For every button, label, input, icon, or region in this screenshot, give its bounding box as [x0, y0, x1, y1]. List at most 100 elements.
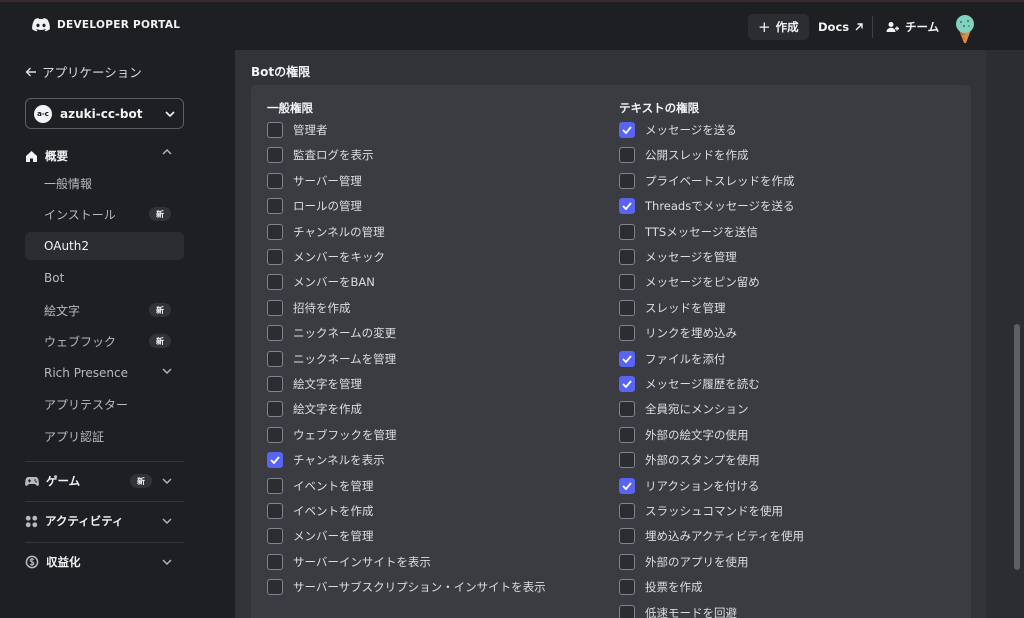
permission-checkbox[interactable]: メッセージを管理 [619, 248, 737, 266]
permission-checkbox[interactable]: 公開スレッドを作成 [619, 146, 749, 164]
checkbox-unchecked[interactable] [267, 528, 283, 545]
checkbox-unchecked[interactable] [619, 274, 635, 291]
checkbox-unchecked[interactable] [267, 553, 283, 570]
create-button[interactable]: + 作成 [748, 14, 809, 40]
permission-checkbox[interactable]: メンバーをBAN [267, 273, 375, 291]
checkbox-unchecked[interactable] [267, 147, 283, 164]
checkbox-unchecked[interactable] [267, 325, 283, 342]
permission-checkbox[interactable]: メンバーをキック [267, 248, 385, 266]
permission-checkbox[interactable]: 全員宛にメンション [619, 400, 749, 418]
permission-checkbox[interactable]: 招待を作成 [267, 299, 351, 317]
sidebar-item[interactable]: アプリ認証 [25, 422, 184, 450]
logo[interactable]: DEVELOPER PORTAL [32, 18, 180, 32]
checkbox-unchecked[interactable] [619, 299, 635, 316]
permission-checkbox[interactable]: リンクを埋め込み [619, 324, 737, 342]
permission-checkbox[interactable]: 監査ログを表示 [267, 146, 374, 164]
checkbox-unchecked[interactable] [267, 172, 283, 189]
permission-checkbox[interactable]: チャンネルを表示 [267, 451, 385, 469]
permission-checkbox[interactable]: イベントを作成 [267, 502, 374, 520]
checkbox-unchecked[interactable] [619, 325, 635, 342]
sidebar-item[interactable]: アプリテスター [25, 390, 184, 418]
checkbox-checked[interactable] [619, 122, 635, 138]
checkbox-unchecked[interactable] [619, 147, 635, 164]
permission-checkbox[interactable]: 絵文字を管理 [267, 375, 362, 393]
checkbox-unchecked[interactable] [619, 172, 635, 189]
permission-checkbox[interactable]: ニックネームを管理 [267, 350, 396, 368]
sidebar-item[interactable]: インストール 新 [25, 200, 184, 228]
checkbox-unchecked[interactable] [267, 274, 283, 291]
checkbox-checked[interactable] [619, 477, 635, 494]
checkbox-checked[interactable] [267, 452, 283, 469]
monetization-section[interactable]: 収益化 [25, 552, 184, 572]
permission-checkbox[interactable]: ファイルを添付 [619, 350, 726, 368]
checkbox-unchecked[interactable] [619, 553, 635, 570]
back-link[interactable]: アプリケーション [25, 62, 142, 81]
sidebar-item[interactable]: 一般情報 [25, 169, 184, 197]
permission-checkbox[interactable]: スレッドを管理 [619, 299, 726, 317]
checkbox-checked[interactable] [619, 350, 635, 367]
sidebar-item[interactable]: Rich Presence [25, 359, 184, 387]
permission-checkbox[interactable]: 投票を作成 [619, 578, 703, 596]
checkbox-unchecked[interactable] [267, 579, 283, 596]
permission-label: 全員宛にメンション [645, 402, 749, 417]
permission-checkbox[interactable]: メンバーを管理 [267, 527, 374, 545]
checkbox-unchecked[interactable] [267, 401, 283, 418]
checkbox-unchecked[interactable] [619, 452, 635, 469]
sidebar-item[interactable]: ウェブフック 新 [25, 327, 184, 355]
checkbox-checked[interactable] [619, 376, 635, 392]
permission-checkbox[interactable]: 外部のアプリを使用 [619, 553, 749, 571]
activities-section[interactable]: アクティビティ [25, 511, 184, 531]
app-selector[interactable]: a-c azuki-cc-bot [25, 98, 184, 129]
scrollbar[interactable] [1014, 324, 1020, 570]
checkbox-unchecked[interactable] [267, 426, 283, 443]
permission-checkbox[interactable]: 絵文字を作成 [267, 400, 362, 418]
checkbox-unchecked[interactable] [619, 604, 635, 618]
games-section[interactable]: ゲーム 新 [25, 471, 184, 491]
checkbox-unchecked[interactable] [619, 249, 635, 265]
permission-checkbox[interactable]: サーバーサブスクリプション・インサイトを表示 [267, 578, 546, 596]
permission-checkbox[interactable]: ロールの管理 [267, 197, 362, 215]
checkbox-unchecked[interactable] [619, 426, 635, 443]
permission-checkbox[interactable]: 埋め込みアクティビティを使用 [619, 527, 804, 545]
checkbox-unchecked[interactable] [267, 503, 283, 519]
permission-checkbox[interactable]: メッセージをピン留め [619, 273, 760, 291]
permission-checkbox[interactable]: ウェブフックを管理 [267, 426, 397, 444]
permission-checkbox[interactable]: 低速モードを回避 [619, 604, 737, 618]
sidebar-item[interactable]: OAuth2 [25, 232, 184, 260]
permission-checkbox[interactable]: スラッシュコマンドを使用 [619, 502, 783, 520]
sidebar-item[interactable]: Bot [25, 264, 184, 292]
checkbox-unchecked[interactable] [267, 122, 283, 138]
permission-checkbox[interactable]: TTSメッセージを送信 [619, 223, 758, 241]
permission-checkbox[interactable]: イベントを管理 [267, 477, 374, 495]
permission-checkbox[interactable]: メッセージを送る [619, 121, 737, 139]
permission-checkbox[interactable]: 管理者 [267, 121, 328, 139]
overview-section[interactable]: 概要 [25, 146, 184, 166]
checkbox-unchecked[interactable] [267, 249, 283, 265]
checkbox-unchecked[interactable] [267, 477, 283, 494]
team-button[interactable]: チーム [876, 14, 949, 40]
checkbox-unchecked[interactable] [619, 503, 635, 519]
permission-checkbox[interactable]: プライベートスレッドを作成 [619, 172, 795, 190]
checkbox-unchecked[interactable] [619, 579, 635, 596]
checkbox-unchecked[interactable] [267, 223, 283, 240]
avatar[interactable] [951, 14, 979, 44]
permission-checkbox[interactable]: Threadsでメッセージを送る [619, 197, 794, 215]
permission-checkbox[interactable]: 外部の絵文字の使用 [619, 426, 749, 444]
checkbox-unchecked[interactable] [267, 376, 283, 392]
permission-checkbox[interactable]: メッセージ履歴を読む [619, 375, 760, 393]
checkbox-unchecked[interactable] [619, 401, 635, 418]
permission-checkbox[interactable]: サーバー管理 [267, 172, 362, 190]
permission-checkbox[interactable]: サーバーインサイトを表示 [267, 553, 431, 571]
checkbox-unchecked[interactable] [267, 299, 283, 316]
checkbox-unchecked[interactable] [267, 198, 283, 215]
checkbox-unchecked[interactable] [619, 528, 635, 545]
docs-link[interactable]: Docs [808, 14, 874, 40]
permission-checkbox[interactable]: リアクションを付ける [619, 477, 759, 495]
permission-checkbox[interactable]: チャンネルの管理 [267, 223, 385, 241]
sidebar-item[interactable]: 絵文字 新 [25, 296, 184, 324]
permission-checkbox[interactable]: 外部のスタンプを使用 [619, 451, 760, 469]
checkbox-unchecked[interactable] [619, 223, 635, 240]
checkbox-unchecked[interactable] [267, 350, 283, 367]
checkbox-checked[interactable] [619, 198, 635, 215]
permission-checkbox[interactable]: ニックネームの変更 [267, 324, 396, 342]
